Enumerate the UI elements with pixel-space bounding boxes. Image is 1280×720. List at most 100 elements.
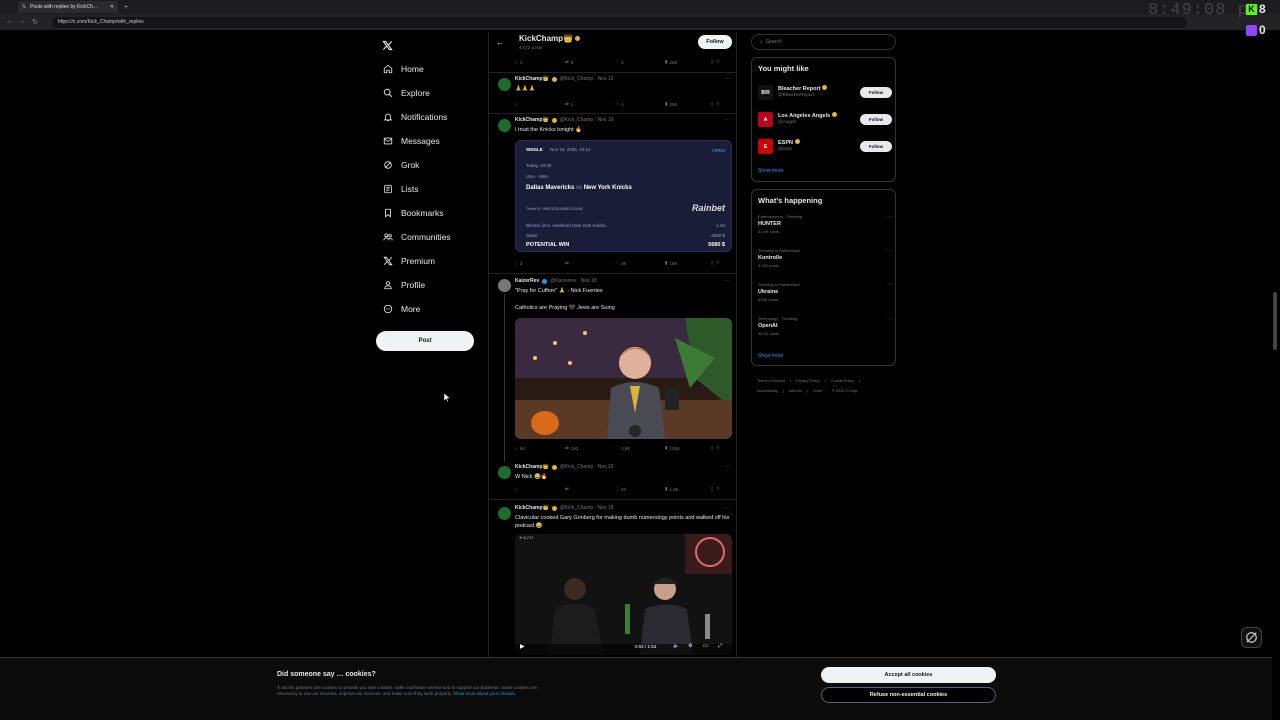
settings-icon[interactable]: ⚙ — [688, 643, 692, 649]
show-more-link[interactable]: Show more — [758, 353, 783, 359]
tweet-author[interactable]: KickChamp👑 — [515, 76, 549, 82]
reply-button[interactable]: ○ 3 — [515, 261, 565, 266]
tweet-author[interactable]: KickChamp👑 — [515, 464, 549, 470]
follow-button[interactable]: Follow — [698, 35, 732, 49]
tweet-author[interactable]: KaizerRev — [515, 278, 539, 284]
like-button[interactable]: ♡ 39 — [615, 260, 665, 266]
suggested-account[interactable]: B/R Bleacher Report @BleacherReport Foll… — [758, 84, 892, 100]
repost-button[interactable]: ⇄ — [565, 260, 615, 266]
repost-button[interactable]: ⇄ 2 — [565, 59, 615, 65]
cookie-policy-link[interactable]: Cookie Policy — [831, 379, 854, 383]
more-options-icon[interactable]: ··· — [887, 316, 892, 322]
repost-button[interactable]: ⇄ 1 — [565, 101, 615, 107]
more-options-icon[interactable]: ··· — [724, 117, 730, 123]
tweet-handle[interactable]: @Kick_Champ · Nov 18 — [560, 505, 614, 511]
nav-bookmarks[interactable]: Bookmarks — [382, 206, 444, 220]
ads-info-link[interactable]: Ads info — [789, 389, 803, 393]
new-tab-icon[interactable]: + — [124, 4, 128, 11]
scrollbar-thumb[interactable] — [1273, 292, 1277, 350]
trend-item[interactable]: Technology · Trending OpenAI 35.4K posts… — [758, 316, 892, 336]
nav-messages[interactable]: Messages — [382, 134, 440, 148]
accept-cookies-button[interactable]: Accept all cookies — [821, 667, 996, 683]
more-options-icon[interactable]: ··· — [724, 278, 730, 284]
more-options-icon[interactable]: ··· — [887, 282, 892, 288]
more-options-icon[interactable]: ··· — [724, 76, 730, 82]
like-button[interactable]: ♡ 3.8K — [615, 445, 665, 451]
bookmark-icon[interactable]: ▯ — [711, 486, 713, 492]
x-logo-icon[interactable] — [382, 38, 393, 56]
cookie-choices-link[interactable]: Show more about your choices. — [453, 691, 516, 696]
nav-premium[interactable]: Premium — [382, 254, 435, 268]
reply-button[interactable]: ○ 1 — [515, 60, 565, 65]
like-button[interactable]: ♡ 3 — [615, 59, 665, 65]
close-tab-icon[interactable]: ✕ — [110, 4, 114, 10]
trend-item[interactable]: Trending in Switzerland Ukraine 533K pos… — [758, 282, 892, 302]
nav-lists[interactable]: Lists — [382, 182, 418, 196]
show-more-link[interactable]: Show more — [758, 168, 783, 174]
views-button[interactable]: ▮ 256 — [665, 59, 711, 65]
share-icon[interactable]: ⇧ — [716, 486, 720, 492]
avatar[interactable] — [498, 507, 511, 520]
forward-icon[interactable]: → — [19, 18, 26, 26]
nav-profile[interactable]: Profile — [382, 278, 425, 292]
like-button[interactable]: ♡ 20 — [615, 486, 665, 492]
betslip-image[interactable]: SINGLE Nov 19, 2025, 10:12 OPEN Today, 2… — [515, 140, 732, 252]
more-options-icon[interactable]: ··· — [724, 464, 730, 470]
repost-button[interactable]: ⇄ 193 — [565, 445, 615, 451]
follow-button[interactable]: Follow — [860, 87, 892, 98]
follow-button[interactable]: Follow — [860, 141, 892, 152]
avatar[interactable] — [498, 279, 511, 292]
reply-button[interactable]: ○ — [515, 487, 565, 492]
privacy-link[interactable]: Privacy Policy — [796, 379, 820, 383]
reply-button[interactable]: ○ 54 — [515, 446, 565, 451]
tweet-video[interactable]: ✕ 8,717 ▶ 0:02 / 1:54 🔈 ⚙ ▭ ⤢ — [515, 534, 732, 655]
bookmark-icon[interactable]: ▯ — [711, 260, 713, 266]
share-icon[interactable]: ⇧ — [716, 260, 720, 266]
nav-communities[interactable]: Communities — [382, 230, 451, 244]
views-button[interactable]: ▮ 105K — [665, 445, 711, 451]
tweet-handle[interactable]: @Kaizerrev · Nov 18 — [550, 278, 596, 284]
trend-item[interactable]: Entertainment · Trending HUNTER 41.9K po… — [758, 214, 892, 234]
url-field[interactable]: https://x.com/Kick_Champ/with_replies — [51, 16, 1187, 28]
bookmark-icon[interactable]: ▯ — [711, 445, 713, 451]
repost-button[interactable]: ⇄ — [565, 486, 615, 492]
tweet-author[interactable]: KickChamp👑 — [515, 505, 549, 511]
refuse-cookies-button[interactable]: Refuse non-essential cookies — [821, 687, 996, 703]
play-icon[interactable]: ▶ — [520, 643, 525, 650]
bookmark-icon[interactable]: ▯ — [711, 101, 713, 107]
trend-item[interactable]: Trending in Switzerland Kontrolle 3,250 … — [758, 248, 892, 268]
nav-grok[interactable]: Grok — [382, 158, 419, 172]
avatar[interactable] — [498, 78, 511, 91]
grok-floating-button[interactable] — [1241, 627, 1262, 648]
views-button[interactable]: ▮ 258 — [665, 101, 711, 107]
share-icon[interactable]: ⇧ — [716, 101, 720, 107]
nav-more[interactable]: More — [382, 302, 420, 316]
reply-button[interactable]: ○ — [515, 102, 565, 107]
tweet-handle[interactable]: @Kick_Champ · Nov 19 — [560, 464, 614, 470]
views-button[interactable]: ▮ 16K — [665, 260, 711, 266]
tweet-handle[interactable]: @Kick_Champ · Nov 19 — [560, 76, 614, 82]
share-icon[interactable]: ⇧ — [716, 445, 720, 451]
browser-tab[interactable]: 𝕏 Posts with replies by KickCh... ✕ — [18, 1, 118, 13]
tweet-author[interactable]: KickChamp👑 — [515, 117, 549, 123]
tweet-handle[interactable]: @Kick_Champ · Nov 19 — [560, 117, 614, 123]
more-options-icon[interactable]: ··· — [724, 505, 730, 511]
post-button[interactable]: Post — [376, 331, 474, 351]
suggested-account[interactable]: A Los Angeles Angels @Angels Follow — [758, 111, 892, 127]
views-button[interactable]: ▮ 1.8K — [665, 486, 711, 492]
nav-notifications[interactable]: Notifications — [382, 110, 447, 124]
terms-link[interactable]: Terms of Service — [757, 379, 785, 383]
avatar[interactable] — [498, 119, 511, 132]
bookmark-icon[interactable]: ▯ — [711, 59, 713, 65]
search-input[interactable]: ⌕ Search — [751, 34, 896, 50]
avatar[interactable] — [498, 466, 511, 479]
fullscreen-icon[interactable]: ⤢ — [718, 643, 722, 649]
nav-home[interactable]: Home — [382, 62, 424, 76]
tweet-video[interactable] — [515, 318, 732, 439]
more-options-icon[interactable]: ··· — [887, 248, 892, 254]
footer-more-link[interactable]: More ··· — [813, 389, 827, 393]
tweet[interactable]: KickChamp👑 @Kick_Champ · Nov 19 ··· W Ni… — [489, 462, 736, 500]
nav-explore[interactable]: Explore — [382, 86, 430, 100]
like-button[interactable]: ♡ 1 — [615, 101, 665, 107]
suggested-account[interactable]: E ESPN @espn Follow — [758, 138, 892, 154]
